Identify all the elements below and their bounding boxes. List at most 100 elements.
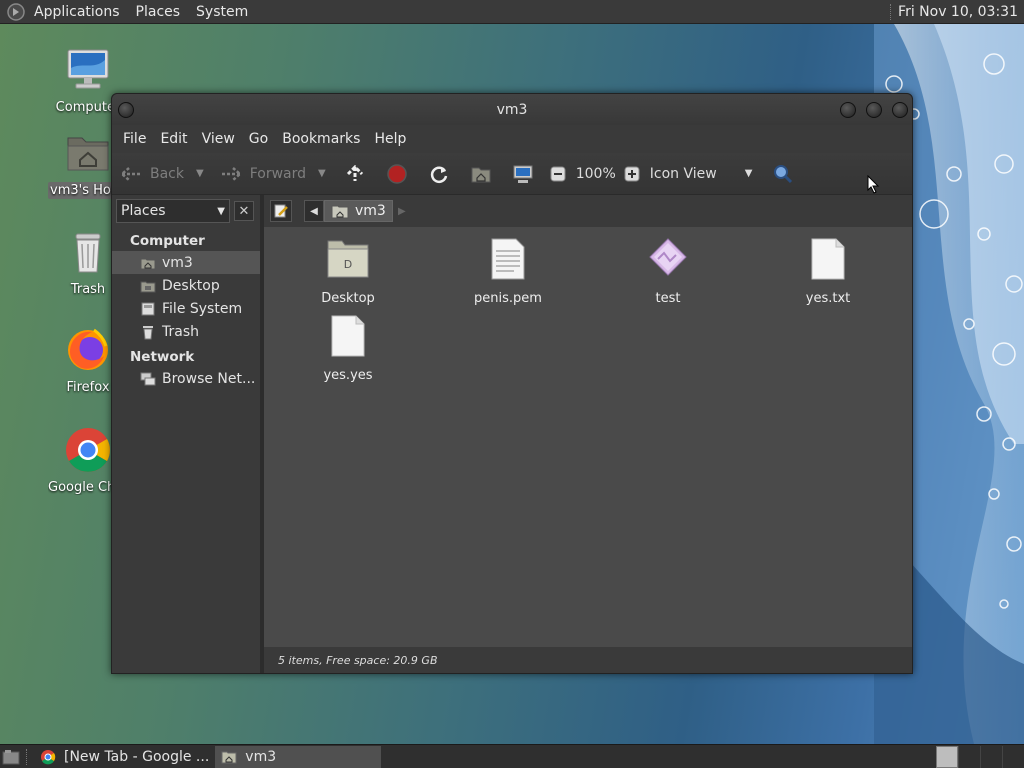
sidebar-item-label: Desktop [162, 277, 220, 294]
trash-icon [75, 233, 101, 273]
side-pane-mode-select[interactable]: Places ▼ [116, 199, 230, 223]
forward-arrow-icon [220, 163, 242, 185]
edit-icon [274, 204, 288, 218]
stop-button[interactable] [386, 163, 408, 185]
window-body: Places ▼ ✕ Computer vm3 Desktop File Sys… [112, 195, 912, 673]
zoom-in-icon [624, 166, 640, 181]
file-item[interactable]: D Desktop [298, 237, 398, 306]
file-item[interactable]: penis.pem [458, 237, 558, 306]
sidebar-item-file-system[interactable]: File System [112, 297, 260, 320]
forward-history-dropdown-icon[interactable]: ▼ [318, 168, 326, 179]
file-name: test [655, 291, 681, 306]
places-menu[interactable]: Places [128, 4, 189, 20]
window-titlebar[interactable]: vm3 [112, 94, 912, 125]
up-button[interactable] [344, 163, 366, 185]
path-scroll-left-button[interactable]: ◀ [304, 200, 324, 222]
taskbar-item-vm3[interactable]: vm3 [215, 745, 382, 768]
section-heading-network: Network [130, 349, 195, 365]
back-history-dropdown-icon[interactable]: ▼ [196, 168, 204, 179]
folder-icon: D [327, 240, 369, 278]
distro-logo-icon[interactable] [6, 2, 26, 22]
mouse-cursor-icon [867, 175, 880, 194]
chevron-down-icon: ▼ [744, 168, 753, 179]
view-mode-label: Icon View [649, 165, 717, 182]
menu-file[interactable]: File [116, 131, 153, 147]
forward-label: Forward [249, 165, 307, 182]
text-file-icon [491, 238, 525, 280]
zoom-out-button[interactable] [550, 166, 566, 182]
zoom-in-button[interactable] [624, 166, 640, 182]
close-side-pane-button[interactable]: ✕ [234, 201, 254, 221]
applications-menu[interactable]: Applications [26, 4, 128, 20]
chrome-icon [66, 428, 110, 472]
home-button[interactable] [470, 163, 492, 185]
main-pane: ◀ vm3 ▶ D Desktop penis.pem test yes.txt… [264, 195, 912, 673]
clock[interactable]: Fri Nov 10, 03:31 [898, 4, 1024, 20]
home-folder-icon [471, 167, 491, 182]
view-mode-select[interactable]: Icon View ▼ [650, 166, 753, 182]
file-item[interactable]: yes.txt [778, 237, 878, 306]
zoom-level[interactable]: 100% [576, 166, 616, 182]
sidebar-item-browse-network[interactable]: Browse Net... [112, 367, 260, 390]
chevron-down-icon: ▼ [217, 205, 225, 217]
file-name: yes.yes [323, 368, 373, 383]
menu-help[interactable]: Help [367, 131, 413, 147]
workspace-1[interactable] [936, 745, 958, 768]
show-desktop-button[interactable] [0, 746, 22, 768]
search-button[interactable] [772, 163, 794, 185]
system-menu[interactable]: System [188, 4, 256, 20]
file-name: yes.txt [805, 291, 851, 306]
toolbar: Back ▼ Forward ▼ 100% Icon View ▼ [112, 153, 912, 195]
sidebar-item-trash[interactable]: Trash [112, 320, 260, 343]
path-scroll-right-button[interactable]: ▶ [393, 200, 411, 222]
location-edit-button[interactable] [270, 200, 292, 222]
workspace-3[interactable] [980, 745, 1002, 768]
breadcrumb-vm3[interactable]: vm3 [324, 200, 393, 222]
sidebar-item-vm3[interactable]: vm3 [112, 251, 260, 274]
back-label: Back [150, 165, 184, 182]
file-item[interactable]: yes.yes [298, 314, 398, 383]
workspace-switcher [936, 745, 1024, 768]
desktop-folder-icon [140, 278, 156, 294]
back-arrow-icon [120, 163, 142, 185]
close-icon: ✕ [238, 203, 250, 219]
chevron-right-icon: ▶ [397, 205, 406, 217]
computer-icon [513, 165, 533, 183]
side-pane-mode-label: Places [121, 203, 166, 219]
sidebar-item-desktop[interactable]: Desktop [112, 274, 260, 297]
menu-edit[interactable]: Edit [153, 131, 194, 147]
taskbar-item-label: vm3 [245, 748, 277, 765]
menubar: File Edit View Go Bookmarks Help [112, 125, 912, 153]
back-button[interactable]: Back ▼ [120, 163, 204, 185]
up-arrow-icon [346, 164, 363, 181]
home-folder-icon [67, 137, 109, 171]
menu-go[interactable]: Go [242, 131, 275, 147]
show-desktop-icon [2, 749, 20, 764]
computer-button[interactable] [512, 163, 534, 185]
workspace-4[interactable] [1002, 745, 1024, 768]
file-name: penis.pem [474, 291, 542, 306]
reload-button[interactable] [428, 163, 450, 185]
top-panel: Applications Places System Fri Nov 10, 0… [0, 0, 1024, 24]
section-heading-computer: Computer [130, 233, 205, 249]
chrome-icon [41, 749, 56, 764]
stop-icon [386, 163, 407, 184]
taskbar-item-chrome[interactable]: [New Tab - Google ... [34, 746, 215, 768]
forward-button[interactable]: Forward ▼ [220, 163, 326, 185]
menu-bookmarks[interactable]: Bookmarks [275, 131, 367, 147]
bottom-panel: [New Tab - Google ... vm3 [0, 744, 1024, 768]
sidebar-item-label: vm3 [162, 254, 193, 271]
sidebar-item-label: Trash [162, 323, 199, 340]
workspace-2[interactable] [958, 745, 980, 768]
home-folder-icon [221, 751, 237, 763]
chevron-left-icon: ◀ [310, 205, 318, 217]
file-item[interactable]: test [618, 237, 718, 306]
close-button[interactable] [892, 101, 908, 118]
menu-view[interactable]: View [195, 131, 242, 147]
minimize-button[interactable] [840, 101, 856, 118]
maximize-button[interactable] [866, 101, 882, 118]
panel-separator [890, 3, 892, 20]
trash-icon [140, 324, 156, 340]
computer-icon [67, 49, 109, 89]
file-icon-view[interactable]: D Desktop penis.pem test yes.txt yes.yes [264, 227, 912, 647]
